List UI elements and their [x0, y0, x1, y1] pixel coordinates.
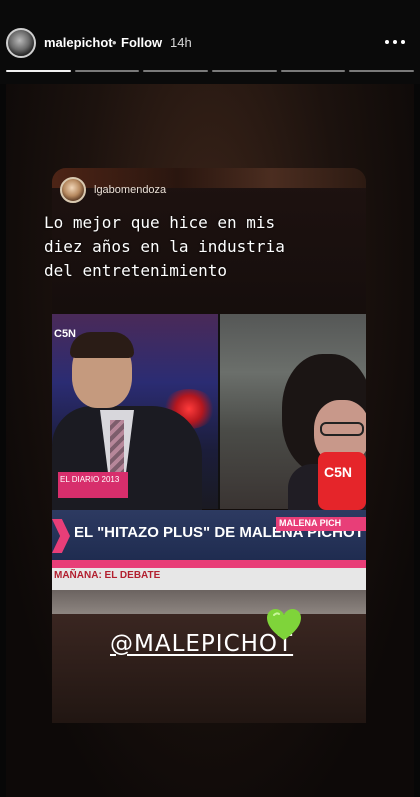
channel-logo: C5N [54, 328, 77, 340]
caption-line: diez años en la industria [44, 237, 285, 256]
split-screen-divider [218, 314, 220, 509]
story-header: malepichot • Follow 14h [0, 0, 420, 84]
story-progress [6, 70, 415, 72]
mic-logo: C5N [324, 464, 353, 480]
progress-segment [74, 70, 140, 72]
presenter-hair [70, 332, 134, 358]
date-label: EL DIARIO 2013 [60, 475, 120, 484]
more-options-icon[interactable] [385, 31, 405, 51]
microphone-icon [318, 452, 366, 510]
user-avatar[interactable] [6, 28, 36, 58]
shared-post-caption: Lo mejor que hice en mis diez años en la… [44, 211, 384, 283]
green-heart-icon [267, 609, 301, 640]
progress-segment [212, 70, 277, 72]
caption-line: Lo mejor que hice en mis [44, 213, 276, 232]
tv-bezel-bottom [52, 590, 366, 614]
progress-segment [280, 70, 346, 72]
progress-segment [349, 70, 415, 72]
follow-button[interactable]: Follow [121, 35, 162, 50]
lower-third-stripe [52, 560, 366, 568]
glasses-icon [320, 422, 364, 436]
shared-post-avatar [60, 177, 86, 203]
progress-segment [6, 70, 71, 72]
name-label: MALENA PICH [279, 518, 342, 528]
caption-line: del entretenimiento [44, 261, 228, 280]
progress-segment [143, 70, 209, 72]
tv-screen-photo: C5N C5N EL DIARIO 2013 EL "HITAZO PLUS" … [52, 314, 366, 614]
separator-dot: • [112, 35, 117, 50]
post-time: 14h [170, 35, 192, 50]
news-ticker-text: MAÑANA: EL DEBATE [54, 570, 161, 581]
username[interactable]: malepichot [44, 35, 113, 50]
shared-post-username: lgabomendoza [94, 184, 167, 196]
